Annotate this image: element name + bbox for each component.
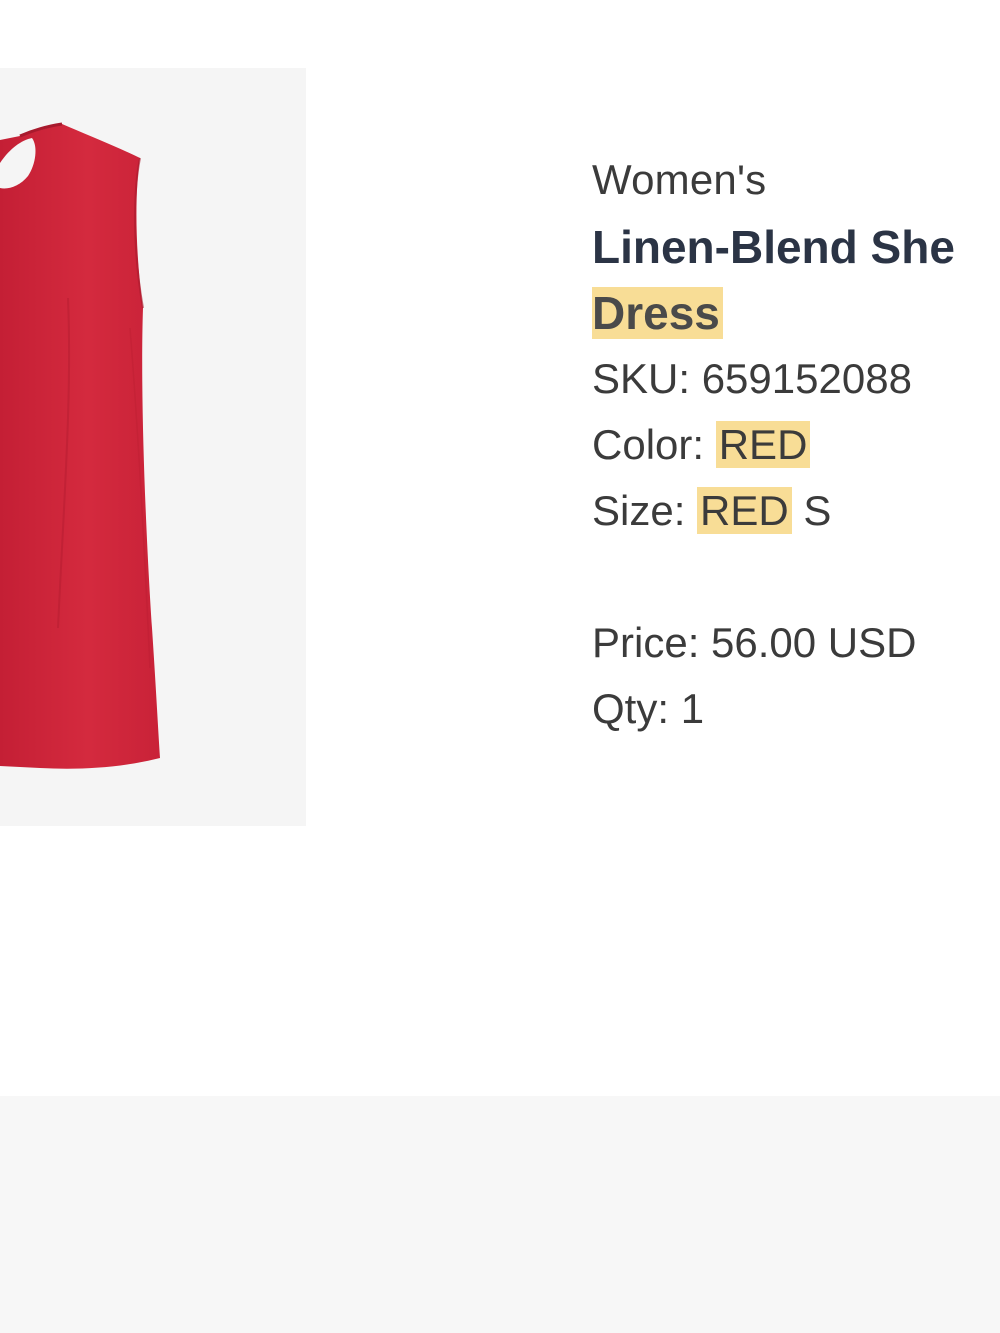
red-dress-image [0, 122, 160, 769]
product-title: Linen-Blend She Dress [592, 214, 1000, 346]
product-title-highlight: Dress [592, 287, 723, 339]
sku-row: SKU: 659152088 [592, 346, 1000, 412]
sku-value: 659152088 [701, 355, 912, 402]
size-row: Size: RED S [592, 478, 1000, 544]
sku-label: SKU: [592, 355, 691, 402]
product-image [0, 68, 306, 826]
qty-value: 1 [680, 685, 705, 732]
color-label: Color: [592, 421, 705, 468]
size-value: S [803, 487, 832, 534]
size-color-highlight: RED [697, 487, 792, 534]
color-row: Color: RED [592, 412, 1000, 478]
product-title-line-1: Linen-Blend She [592, 221, 955, 273]
price-value: 56.00 USD [711, 619, 917, 666]
price-row: Price: 56.00 USD [592, 610, 1000, 676]
product-title-line-2: Dress [592, 280, 1000, 346]
qty-row: Qty: 1 [592, 676, 1000, 742]
color-value: RED [715, 421, 811, 468]
product-category: Women's [592, 156, 767, 203]
qty-label: Qty: [592, 685, 670, 732]
price-label: Price: [592, 619, 700, 666]
product-details: Women's Linen-Blend She Dress SKU: 65915… [592, 148, 1000, 742]
size-label: Size: [592, 487, 686, 534]
footer-area [0, 1096, 1000, 1333]
